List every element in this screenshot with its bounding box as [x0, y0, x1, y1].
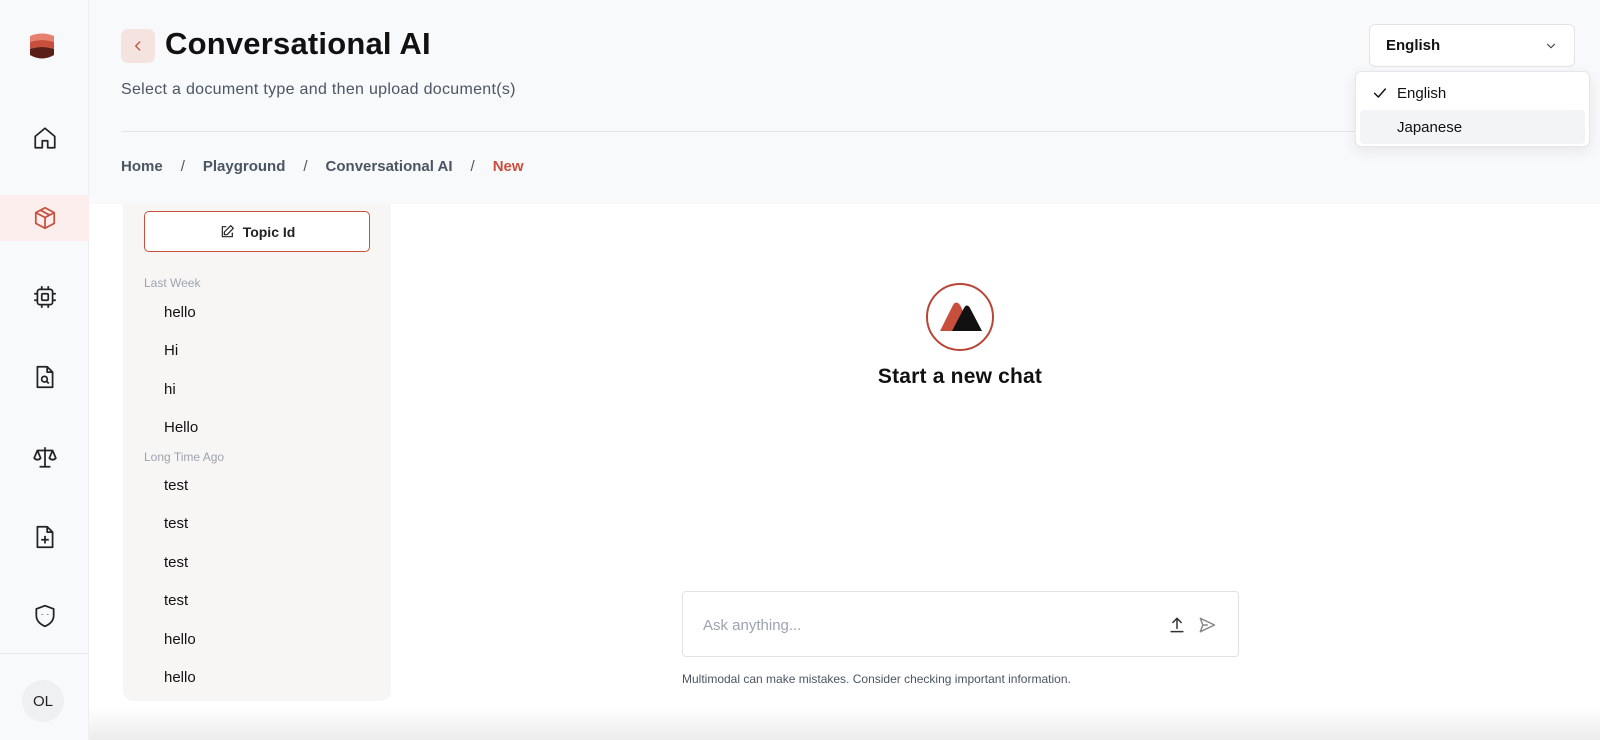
language-option-label: Japanese [1397, 118, 1463, 136]
rail-item-compliance[interactable] [0, 434, 89, 480]
bottom-shadow [89, 708, 1600, 740]
topic-item[interactable]: hello [164, 631, 196, 648]
document-add-icon [36, 525, 53, 549]
rail-item-add-document[interactable] [0, 514, 89, 560]
rail-item-document-search[interactable] [0, 354, 89, 400]
chevron-down-icon [1546, 43, 1556, 48]
breadcrumb-separator: / [180, 158, 185, 175]
assistant-logo-icon [926, 283, 994, 351]
empty-state-title: Start a new chat [877, 365, 1043, 388]
language-dropdown-menu: English Japanese [1355, 71, 1590, 147]
page-title: Conversational AI [165, 26, 431, 61]
side-rail: OL [0, 0, 89, 740]
language-option-japanese[interactable]: Japanese [1360, 110, 1585, 144]
edit-icon [221, 224, 234, 237]
empty-chat-state: Start a new chat [860, 283, 1060, 389]
cube-icon [34, 206, 55, 230]
upload-icon[interactable] [1167, 615, 1187, 635]
document-search-icon [36, 365, 53, 389]
topic-item[interactable]: test [164, 515, 188, 532]
page-subtitle: Select a document type and then upload d… [121, 81, 516, 98]
topic-item[interactable]: hello [164, 304, 196, 321]
home-icon [33, 127, 56, 149]
breadcrumb-separator: / [470, 158, 475, 175]
language-option-label: English [1397, 84, 1447, 102]
section-label-long-time-ago: Long Time Ago [144, 450, 225, 464]
check-icon [1373, 88, 1387, 98]
topic-item[interactable]: hello [164, 669, 196, 686]
rail-item-playground[interactable] [0, 195, 89, 241]
chat-input[interactable] [703, 612, 1133, 638]
breadcrumb-conversational-ai[interactable]: Conversational AI [326, 158, 453, 175]
topic-item[interactable]: test [164, 592, 188, 609]
topic-item[interactable]: Hi [164, 342, 178, 359]
topic-item[interactable]: Hello [164, 419, 198, 436]
chat-composer [682, 591, 1239, 657]
topic-id-button[interactable]: Topic Id [144, 211, 370, 252]
cpu-chip-icon [33, 286, 56, 308]
scales-icon [32, 447, 57, 468]
chevron-left-icon [135, 41, 141, 51]
header-divider [121, 131, 1561, 132]
rail-item-models[interactable] [0, 274, 89, 320]
language-selected-value: English [1386, 37, 1441, 54]
topic-id-button-label: Topic Id [242, 223, 296, 240]
send-icon[interactable] [1197, 615, 1217, 635]
app-logo-icon[interactable] [27, 30, 57, 62]
topic-item[interactable]: hi [164, 381, 176, 398]
language-option-english[interactable]: English [1360, 76, 1585, 110]
breadcrumb-home[interactable]: Home [121, 158, 163, 175]
breadcrumb-current: New [492, 158, 524, 175]
topic-item[interactable]: test [164, 477, 188, 494]
topic-history-panel[interactable]: Topic Id Last Week hello Hi hi Hello Lon… [123, 204, 391, 701]
disclaimer-text: Multimodal can make mistakes. Consider c… [682, 672, 1071, 686]
rail-divider [0, 653, 89, 654]
back-button[interactable] [121, 29, 155, 63]
rail-item-security[interactable] [0, 593, 89, 639]
breadcrumb-playground[interactable]: Playground [203, 158, 286, 175]
user-avatar[interactable]: OL [22, 680, 64, 722]
rail-item-home[interactable] [0, 115, 89, 161]
section-label-last-week: Last Week [144, 276, 201, 290]
breadcrumb-separator: / [303, 158, 308, 175]
shield-icon [34, 604, 55, 628]
topic-item[interactable]: test [164, 554, 188, 571]
language-select[interactable]: English [1369, 24, 1575, 67]
breadcrumb: Home / Playground / Conversational AI / … [121, 158, 524, 175]
